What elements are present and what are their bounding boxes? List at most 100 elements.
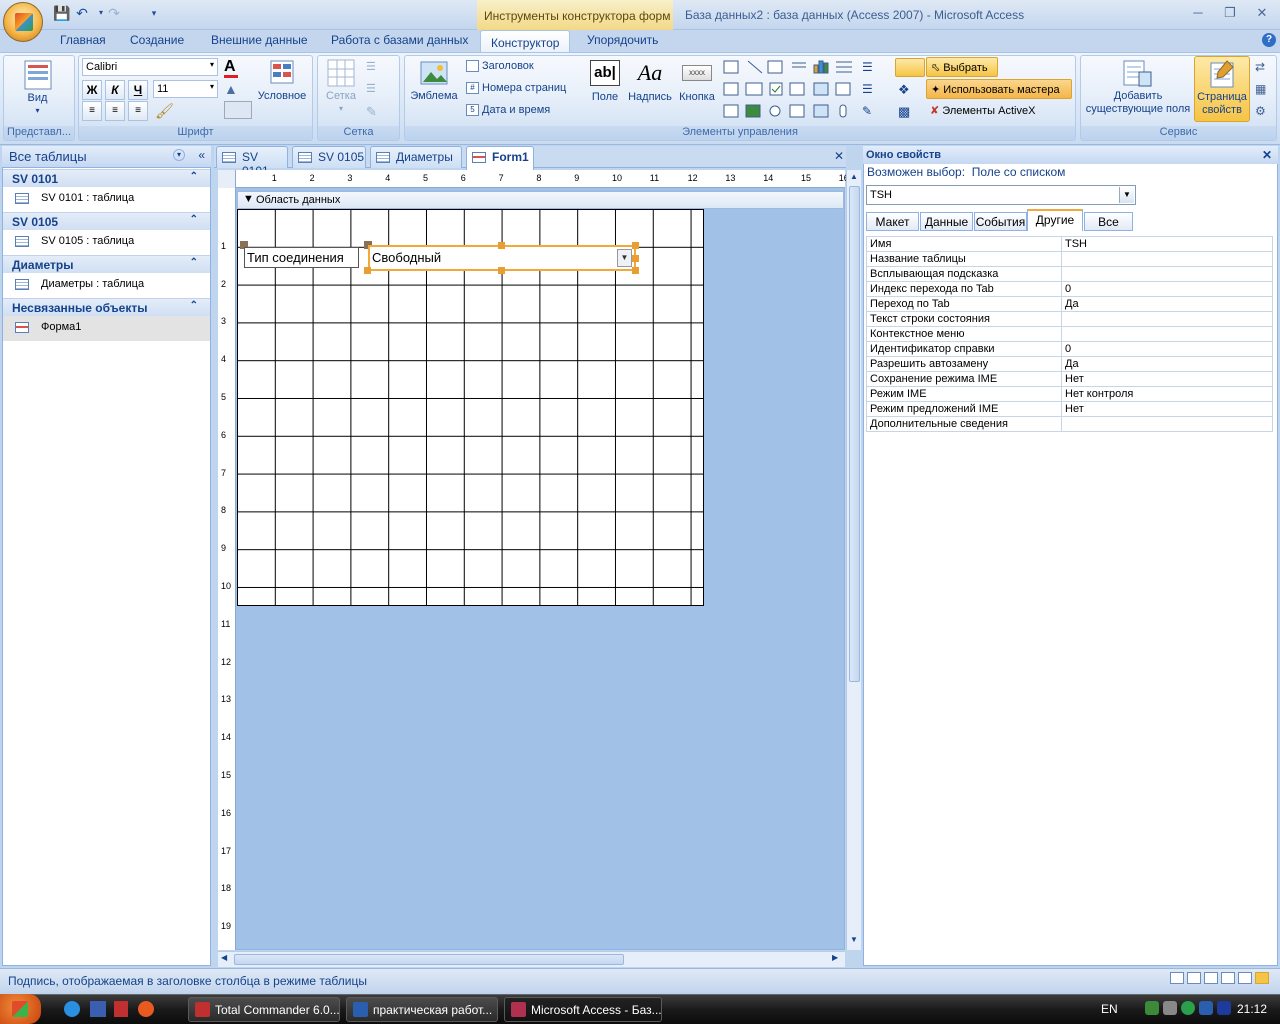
property-value[interactable]: Да (1061, 296, 1273, 312)
prop-tab-events[interactable]: События (974, 212, 1027, 231)
property-value[interactable] (1061, 311, 1273, 327)
scroll-down-icon[interactable]: ▼ (850, 935, 858, 944)
grid-button[interactable]: Сетка ▾ (323, 58, 359, 114)
taskbar-item-total-commander[interactable]: Total Commander 6.0... (188, 997, 340, 1022)
tab-create[interactable]: Создание (130, 33, 184, 47)
tab-external-data[interactable]: Внешние данные (211, 33, 308, 47)
prop-tab-layout[interactable]: Макет (866, 212, 919, 231)
line-thickness-icon[interactable]: ☰ (366, 60, 392, 74)
property-value[interactable]: TSH (1061, 236, 1273, 252)
nav-item-form1[interactable]: Форма1 (3, 316, 210, 341)
antivirus-icon[interactable] (1181, 1001, 1195, 1015)
line-style-icon[interactable]: ☰ (862, 82, 888, 96)
form-selector[interactable] (218, 170, 236, 188)
align-left-icon[interactable]: ≡ (82, 101, 102, 121)
prop-tab-data[interactable]: Данные (920, 212, 973, 231)
nav-item-sv0101-table[interactable]: SV 0101 : таблица (3, 187, 210, 212)
font-size-combo[interactable]: 11 ▾ (153, 80, 218, 98)
property-value[interactable]: Нет (1061, 401, 1273, 417)
rectangle-control-icon[interactable] (895, 58, 925, 77)
prop-tab-other[interactable]: Другие (1027, 209, 1083, 231)
doc-tab-diameters[interactable]: Диаметры (370, 146, 462, 168)
property-row[interactable]: Сохранение режима IME Нет (866, 371, 1273, 387)
desktop-icon[interactable] (90, 1001, 106, 1017)
fill-color-icon[interactable]: ▲ (224, 81, 238, 97)
messenger-icon[interactable] (1199, 1001, 1213, 1015)
nav-group-sv0101[interactable]: SV 0101 ⌃ (3, 169, 210, 187)
vertical-scroll-thumb[interactable] (849, 186, 860, 682)
property-row[interactable]: Разрешить автозамену Да (866, 356, 1273, 372)
total-commander-quick-icon[interactable] (114, 1001, 128, 1017)
select-button[interactable]: ⬁ Выбрать (926, 57, 998, 77)
horizontal-scrollbar[interactable]: ◀ ▶ (218, 951, 845, 967)
insert-page-break-icon[interactable]: ❖ (898, 82, 910, 98)
property-value[interactable]: 0 (1061, 341, 1273, 357)
language-indicator[interactable]: EN (1101, 1002, 1118, 1016)
collapse-icon[interactable]: ⌃ (190, 257, 198, 268)
property-value[interactable]: Нет контроля (1061, 386, 1273, 402)
property-row[interactable]: Дополнительные сведения (866, 416, 1273, 432)
save-icon[interactable]: 💾 (53, 5, 70, 21)
format-painter-icon[interactable]: 🖌 (155, 102, 174, 120)
prop-tab-all[interactable]: Все (1084, 212, 1133, 231)
undo-icon[interactable]: ↶ (74, 5, 90, 21)
close-property-sheet-icon[interactable]: ✕ (1262, 148, 1272, 162)
font-color-icon[interactable]: A (224, 58, 252, 78)
close-document-icon[interactable]: ✕ (834, 149, 844, 163)
property-row[interactable]: Текст строки состояния (866, 311, 1273, 327)
maximize-icon[interactable]: ❐ (1220, 5, 1240, 21)
taskbar-item-word[interactable]: практическая работ... (346, 997, 498, 1022)
resize-handle-right[interactable] (632, 255, 639, 262)
property-sheet-button[interactable]: Страница свойств (1194, 56, 1250, 122)
scroll-left-icon[interactable]: ◀ (221, 953, 227, 962)
title-button[interactable]: Заголовок (466, 60, 534, 73)
field-button[interactable]: ab| Поле (586, 60, 624, 103)
code-icon[interactable]: ▦ (1255, 82, 1266, 96)
collapse-icon[interactable]: ⌃ (190, 171, 198, 182)
close-icon[interactable]: ✕ (1252, 5, 1272, 21)
property-row[interactable]: Имя TSH (866, 236, 1273, 252)
conditional-format-button[interactable]: Условное (256, 58, 308, 102)
property-row[interactable]: Режим IME Нет контроля (866, 386, 1273, 402)
property-row[interactable]: Режим предложений IME Нет (866, 401, 1273, 417)
property-value[interactable] (1061, 251, 1273, 267)
resize-handle-top[interactable] (498, 242, 505, 249)
property-row[interactable]: Переход по Tab Да (866, 296, 1273, 312)
layout-view-icon[interactable] (1238, 972, 1252, 984)
collapse-icon[interactable]: ⌃ (190, 214, 198, 225)
design-view-icon[interactable] (1255, 972, 1269, 984)
tab-home[interactable]: Главная (60, 33, 106, 47)
shutter-bar-close-icon[interactable]: « (198, 148, 205, 162)
volume-icon[interactable] (1163, 1001, 1177, 1015)
control-selector-combo[interactable]: TSH ▼ (866, 185, 1136, 205)
macro-icon[interactable]: ⚙ (1255, 104, 1266, 118)
nav-group-unrelated[interactable]: Несвязанные объекты ⌃ (3, 298, 210, 316)
pivot-table-icon[interactable] (1204, 972, 1218, 984)
datasheet-view-icon[interactable] (1187, 972, 1201, 984)
property-value[interactable]: Да (1061, 356, 1273, 372)
property-row[interactable]: Индекс перехода по Tab 0 (866, 281, 1273, 297)
internet-explorer-icon[interactable] (64, 1001, 80, 1017)
bold-button[interactable]: Ж (82, 80, 102, 100)
logo-button[interactable]: Эмблема (408, 58, 460, 102)
add-existing-fields-button[interactable]: Добавить существующие поля (1084, 58, 1192, 116)
activex-button[interactable]: ✘ Элементы ActiveX (930, 104, 1035, 117)
scroll-up-icon[interactable]: ▲ (850, 172, 858, 181)
use-wizards-button[interactable]: ✦ Использовать мастера (926, 79, 1072, 99)
minimize-icon[interactable]: ─ (1188, 5, 1208, 21)
tab-arrange[interactable]: Упорядочить (587, 33, 658, 47)
doc-tab-form1[interactable]: Form1 (466, 146, 534, 170)
detail-section-header[interactable]: ▼ Область данных (237, 191, 844, 209)
property-row[interactable]: Идентификатор справки 0 (866, 341, 1273, 357)
vertical-scrollbar[interactable]: ▲ ▼ (846, 170, 861, 950)
help-icon[interactable]: ? (1262, 33, 1276, 47)
view-button[interactable]: Вид ▾ (15, 58, 60, 116)
firefox-icon[interactable] (138, 1001, 154, 1017)
command-button[interactable]: xxxx Кнопка (676, 60, 718, 103)
underline-button[interactable]: Ч (128, 80, 148, 100)
tab-order-icon[interactable]: ⇄ (1255, 60, 1265, 74)
property-value[interactable]: Нет (1061, 371, 1273, 387)
property-value[interactable]: 0 (1061, 281, 1273, 297)
doc-tab-sv0101[interactable]: SV 0101 (216, 146, 288, 178)
start-button[interactable] (0, 994, 41, 1024)
